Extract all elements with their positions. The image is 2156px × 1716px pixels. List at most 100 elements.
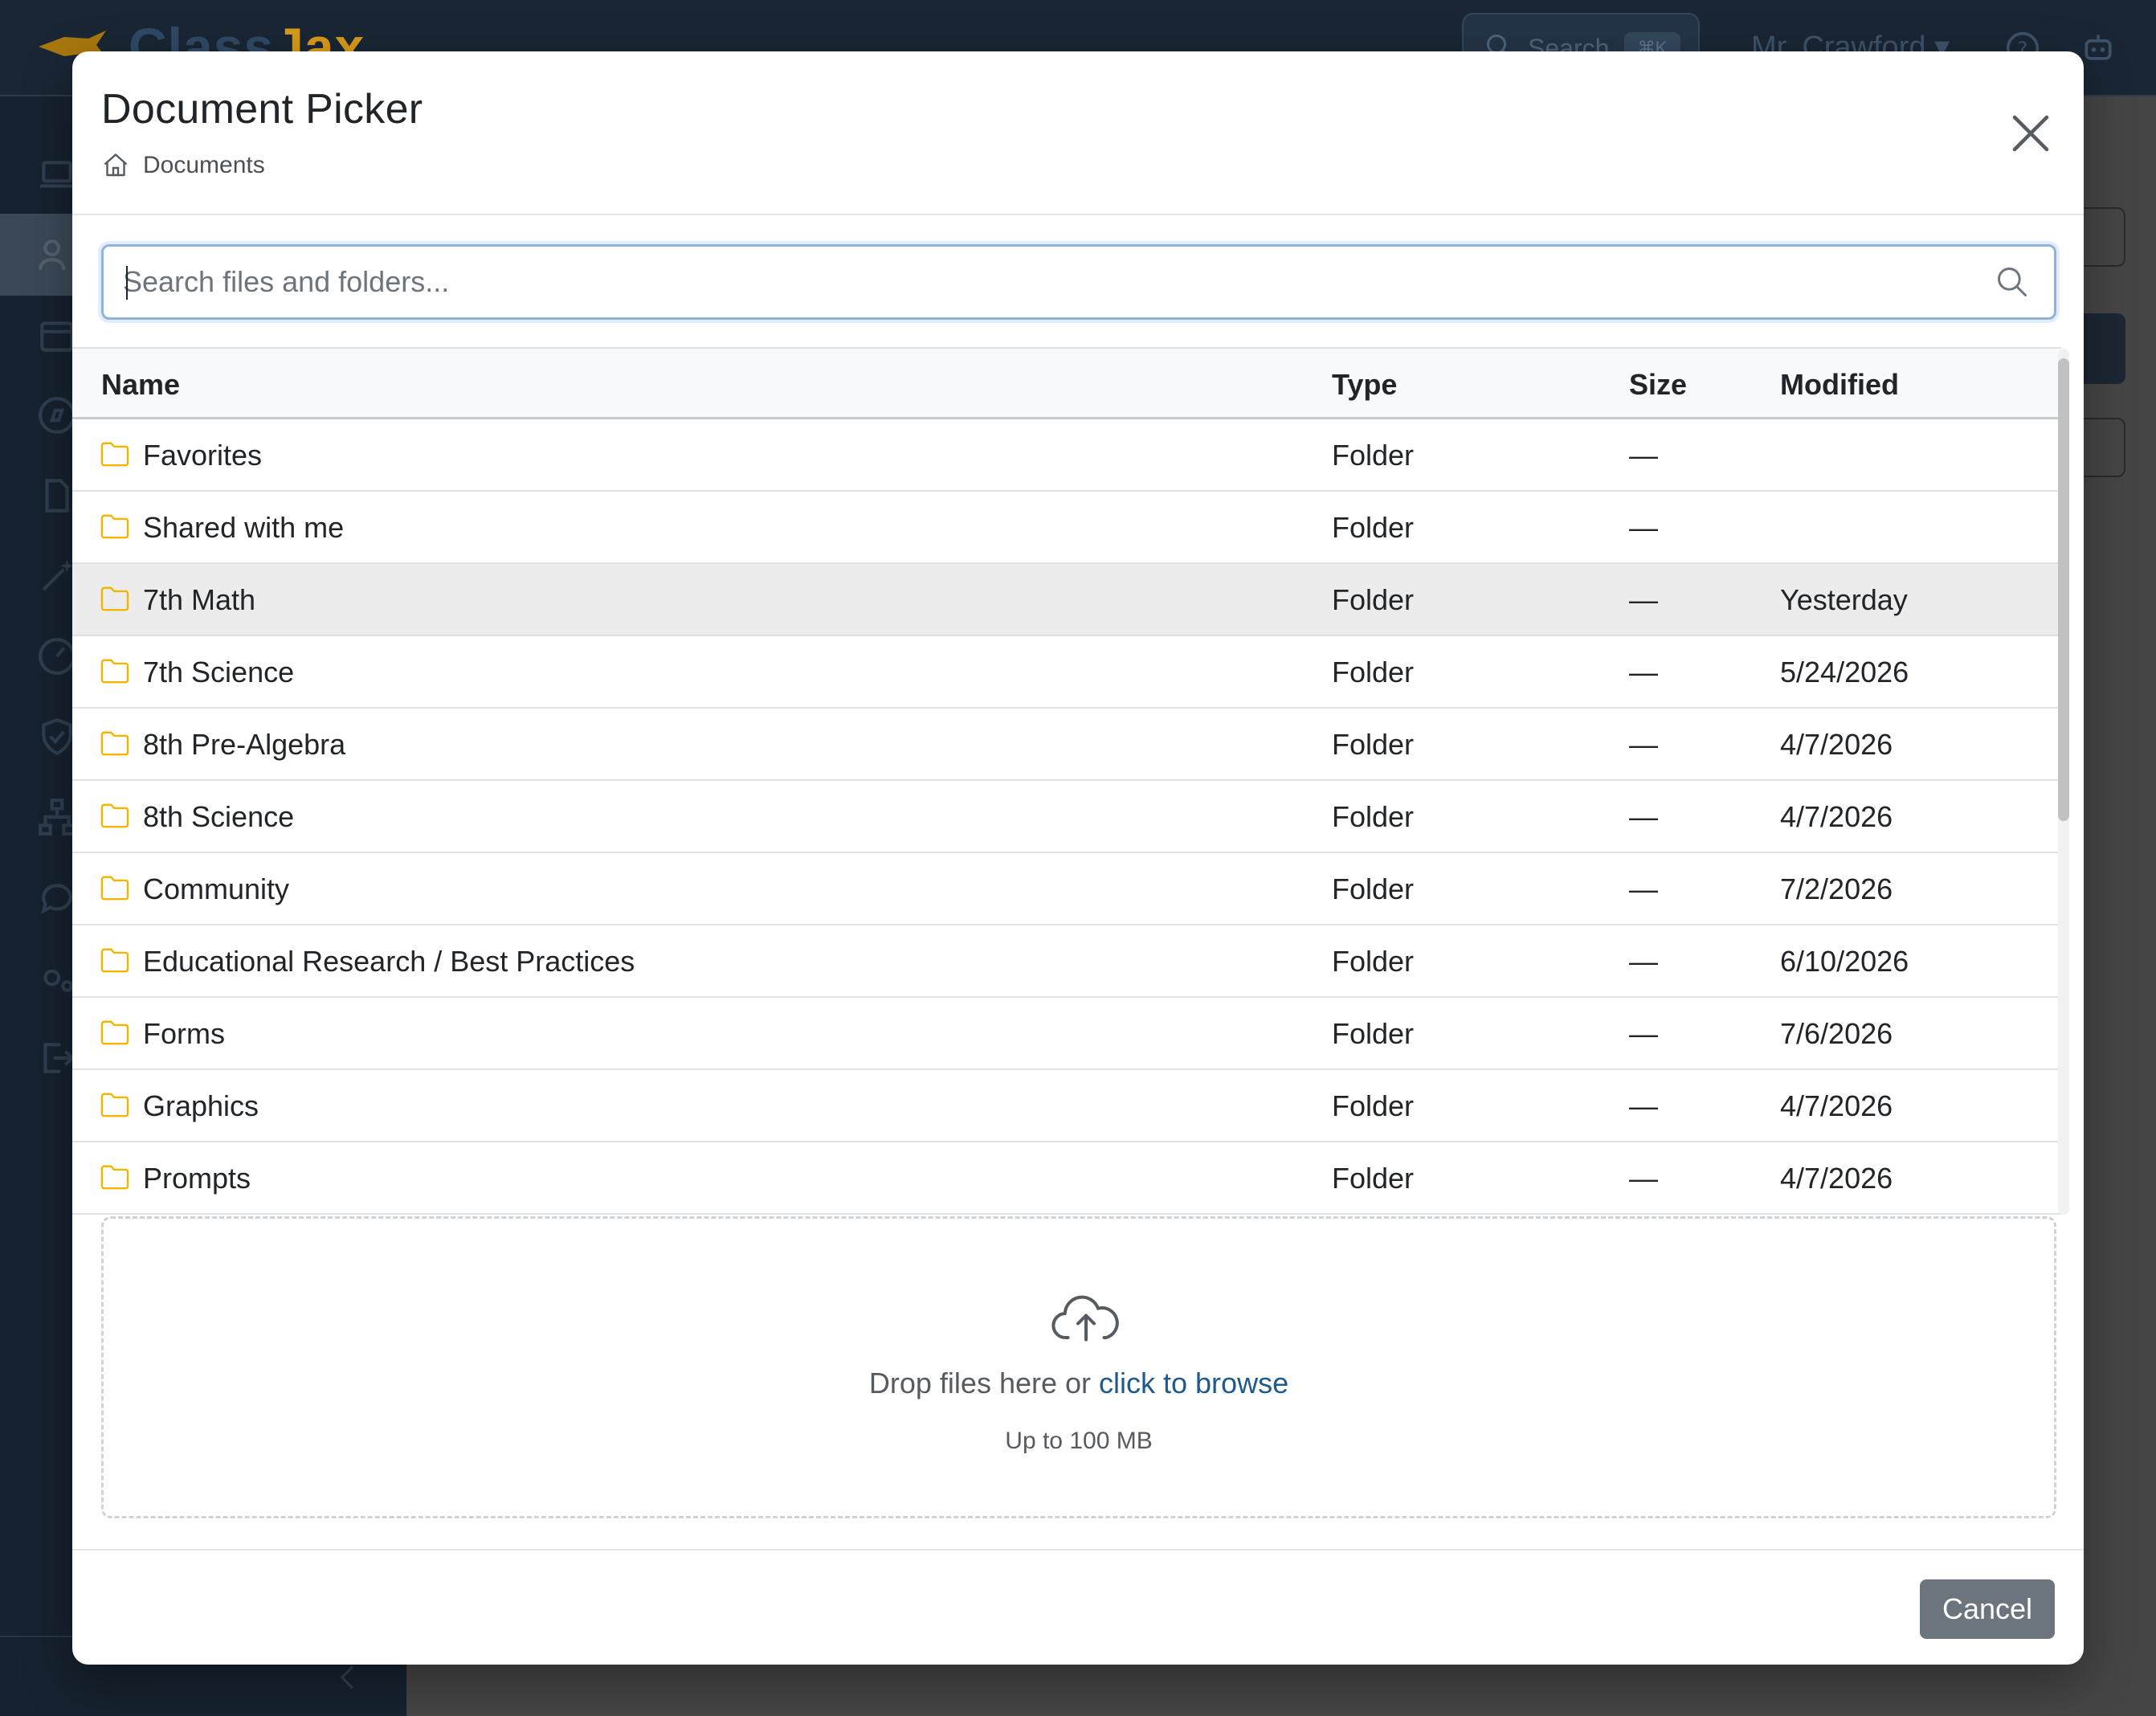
- robot-icon[interactable]: [2080, 31, 2116, 66]
- folder-icon: [100, 1165, 129, 1190]
- row-name: 8th Science: [143, 800, 295, 833]
- table-body: Favorites Folder — Shared with me Folder — 7th…: [72, 419, 2061, 1215]
- users-icon[interactable]: [37, 235, 77, 275]
- chat-icon[interactable]: [37, 877, 77, 917]
- row-type: Folder: [1332, 800, 1415, 833]
- upload-dropzone[interactable]: Drop files here or click to browse Up to…: [101, 1216, 2056, 1518]
- row-name: 7th Science: [143, 656, 295, 688]
- chevron-left-icon[interactable]: [333, 1661, 365, 1694]
- folder-icon: [100, 803, 129, 828]
- row-size: —: [1629, 800, 1658, 833]
- row-type: Folder: [1332, 1162, 1415, 1195]
- dropzone-size-limit: Up to 100 MB: [1005, 1428, 1153, 1454]
- row-name: Favorites: [143, 439, 263, 472]
- table-row[interactable]: Forms Folder — 7/6/2026: [72, 998, 2061, 1070]
- row-modified: Yesterday: [1780, 583, 1908, 616]
- file-table: Name Type Size Modified Favorites Folder —…: [72, 347, 2061, 1215]
- folder-icon: [100, 1020, 129, 1045]
- row-name: Graphics: [143, 1089, 259, 1122]
- gauge-icon[interactable]: [37, 636, 77, 676]
- calendar-icon[interactable]: [37, 315, 77, 355]
- row-name: Community: [143, 872, 290, 905]
- table-row[interactable]: 7th Science Folder — 5/24/2026: [72, 636, 2061, 709]
- row-size: —: [1629, 656, 1658, 688]
- row-name: Forms: [143, 1017, 225, 1050]
- compass-icon[interactable]: [37, 395, 77, 435]
- row-size: —: [1629, 728, 1658, 761]
- close-icon[interactable]: [2007, 109, 2055, 157]
- gears-icon[interactable]: [37, 958, 77, 998]
- folder-icon: [100, 442, 129, 467]
- sign-out-icon[interactable]: [37, 1038, 77, 1078]
- table-scrollbar[interactable]: [2058, 349, 2069, 1215]
- folder-icon: [100, 586, 129, 611]
- browse-link[interactable]: click to browse: [1099, 1367, 1288, 1399]
- row-size: —: [1629, 872, 1658, 905]
- row-size: —: [1629, 511, 1658, 544]
- table-row[interactable]: Graphics Folder — 4/7/2026: [72, 1070, 2061, 1142]
- row-size: —: [1629, 439, 1658, 472]
- row-name: Prompts: [143, 1162, 251, 1195]
- sitemap-icon[interactable]: [37, 797, 77, 837]
- row-size: —: [1629, 945, 1658, 978]
- row-modified: 6/10/2026: [1780, 945, 1909, 978]
- column-header-modified[interactable]: Modified: [1780, 368, 1899, 402]
- modal-header: Document Picker Documents: [72, 51, 2084, 215]
- row-name: Educational Research / Best Practices: [143, 945, 635, 978]
- row-modified: 4/7/2026: [1780, 1089, 1893, 1122]
- row-size: —: [1629, 1162, 1658, 1195]
- row-type: Folder: [1332, 583, 1415, 616]
- row-type: Folder: [1332, 511, 1415, 544]
- home-icon[interactable]: [101, 151, 130, 180]
- row-type: Folder: [1332, 872, 1415, 905]
- modal-footer: Cancel: [72, 1549, 2084, 1665]
- text-cursor: [126, 266, 128, 300]
- table-row[interactable]: 8th Pre-Algebra Folder — 4/7/2026: [72, 709, 2061, 781]
- cloud-upload-icon: [1051, 1295, 1119, 1342]
- document-picker-modal: Document Picker Documents Name Type Size…: [72, 51, 2084, 1665]
- search-input[interactable]: [123, 247, 1970, 317]
- column-header-size[interactable]: Size: [1629, 368, 1687, 402]
- column-header-name[interactable]: Name: [101, 368, 180, 402]
- row-modified: 4/7/2026: [1780, 1162, 1893, 1195]
- row-modified: 4/7/2026: [1780, 800, 1893, 833]
- row-type: Folder: [1332, 945, 1415, 978]
- table-row[interactable]: Prompts Folder — 4/7/2026: [72, 1142, 2061, 1215]
- row-modified: 4/7/2026: [1780, 728, 1893, 761]
- laptop-icon[interactable]: [37, 154, 77, 194]
- breadcrumb-documents[interactable]: Documents: [143, 152, 265, 179]
- table-row[interactable]: 7th Math Folder — Yesterday: [72, 564, 2061, 636]
- folder-icon: [100, 1093, 129, 1117]
- table-row[interactable]: Shared with me Folder —: [72, 492, 2061, 564]
- table-row[interactable]: Favorites Folder —: [72, 419, 2061, 492]
- magic-wand-icon[interactable]: [37, 556, 77, 596]
- table-row[interactable]: Educational Research / Best Practices Fol…: [72, 925, 2061, 998]
- row-type: Folder: [1332, 1017, 1415, 1050]
- row-name: 8th Pre-Algebra: [143, 728, 346, 761]
- row-modified: 7/2/2026: [1780, 872, 1893, 905]
- row-name: Shared with me: [143, 511, 345, 544]
- search-icon[interactable]: [1995, 264, 2030, 300]
- shield-icon[interactable]: [37, 717, 77, 757]
- folder-icon: [100, 659, 129, 684]
- search-box: [101, 244, 2056, 320]
- row-name: 7th Math: [143, 583, 256, 616]
- breadcrumb: Documents: [101, 151, 265, 180]
- row-type: Folder: [1332, 439, 1415, 472]
- scrollbar-thumb[interactable]: [2058, 358, 2069, 821]
- folder-icon: [100, 948, 129, 973]
- row-size: —: [1629, 1017, 1658, 1050]
- table-row[interactable]: Community Folder — 7/2/2026: [72, 853, 2061, 925]
- file-icon[interactable]: [37, 476, 77, 516]
- table-row[interactable]: 8th Science Folder — 4/7/2026: [72, 781, 2061, 853]
- row-type: Folder: [1332, 656, 1415, 688]
- folder-icon: [100, 876, 129, 901]
- column-header-type[interactable]: Type: [1332, 368, 1397, 402]
- table-header: Name Type Size Modified: [72, 347, 2061, 419]
- cancel-button[interactable]: Cancel: [1920, 1579, 2055, 1639]
- folder-icon: [100, 731, 129, 756]
- row-type: Folder: [1332, 728, 1415, 761]
- folder-icon: [100, 514, 129, 539]
- dropzone-text: Drop files here or click to browse: [104, 1367, 2054, 1400]
- row-type: Folder: [1332, 1089, 1415, 1122]
